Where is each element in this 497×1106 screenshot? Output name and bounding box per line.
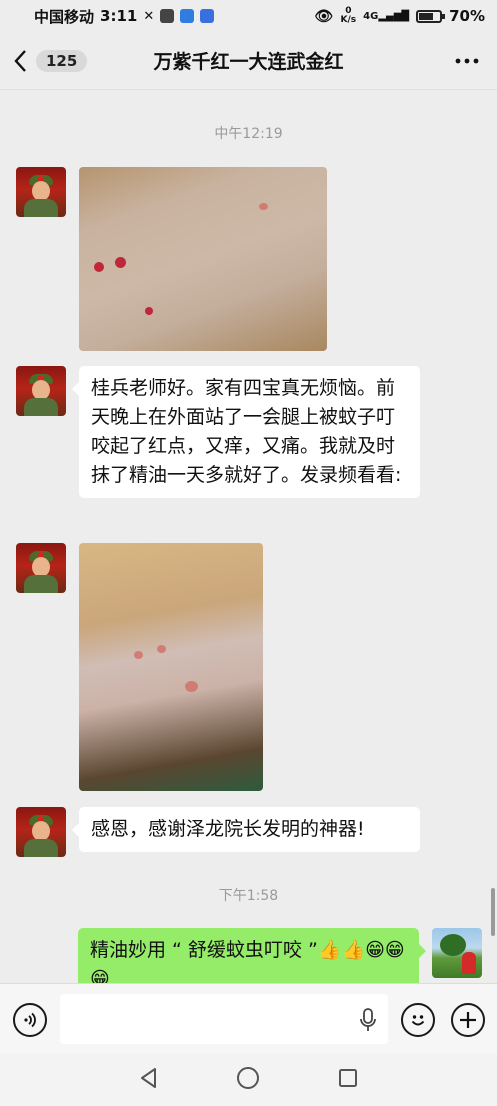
- chat-scrollbar[interactable]: [491, 888, 495, 936]
- triangle-back-icon: [141, 1067, 157, 1088]
- message-input[interactable]: [60, 994, 388, 1044]
- add-button[interactable]: [451, 1003, 485, 1037]
- timestamp: 中午12:19: [214, 126, 283, 142]
- eye-icon: 👁: [314, 7, 334, 25]
- chevron-left-icon: [14, 49, 26, 72]
- sender-avatar[interactable]: [16, 366, 66, 416]
- emoji-button[interactable]: [401, 1003, 435, 1037]
- input-bar: [0, 983, 497, 1053]
- silent-icon: ✕: [143, 8, 155, 24]
- more-button[interactable]: [437, 32, 497, 90]
- signal-icon: 4G▂▄▆█: [363, 10, 410, 22]
- voice-icon: [24, 1012, 36, 1028]
- net-speed: 0 K/s: [340, 6, 357, 25]
- chat-area[interactable]: 中午12:19 桂兵老师好。家有四宝真无烦恼。前天晚上在外面站了一会腿上被蚊子叮…: [0, 91, 497, 983]
- music-icon: [200, 9, 215, 23]
- cloud-icon: [180, 9, 195, 23]
- clock: 3:11: [100, 7, 138, 25]
- sender-avatar[interactable]: [16, 167, 66, 217]
- emoji-icon: [411, 1015, 425, 1026]
- text-message[interactable]: 感恩，感谢泽龙院长发明的神器!: [72, 807, 420, 852]
- text-message[interactable]: 桂兵老师好。家有四宝真无烦恼。前天晚上在外面站了一会腿上被蚊子叮咬起了红点，又痒…: [72, 366, 420, 498]
- plus-icon: [460, 1012, 476, 1028]
- battery-percent: 70%: [449, 7, 485, 25]
- square-recent-icon: [338, 1068, 357, 1087]
- unread-badge[interactable]: 125: [36, 49, 88, 72]
- battery-icon: [416, 9, 446, 23]
- carrier-label: 中国移动: [34, 7, 95, 26]
- sender-avatar[interactable]: [16, 543, 66, 593]
- circle-home-icon: [237, 1066, 260, 1089]
- back-button[interactable]: [0, 32, 40, 90]
- own-avatar[interactable]: [432, 928, 482, 978]
- image-message[interactable]: [79, 167, 327, 351]
- nav-back-button[interactable]: [138, 1067, 160, 1093]
- voice-button[interactable]: [13, 1003, 47, 1037]
- image-message[interactable]: [79, 543, 263, 791]
- microphone-button[interactable]: [360, 1008, 376, 1036]
- nav-home-button[interactable]: [236, 1066, 260, 1094]
- status-bar: 中国移动 3:11 ✕ 👁 0 K/s 4G▂▄▆█ 70%: [0, 0, 497, 32]
- sent-text-message[interactable]: 精油妙用 “ 舒缓蚊虫叮咬 ”👍👍😁😁😁: [78, 928, 426, 983]
- nav-recent-button[interactable]: [337, 1067, 359, 1093]
- microphone-icon: [360, 1008, 376, 1031]
- system-nav-bar: [0, 1053, 497, 1106]
- chat-header: 125 万紫千红一大连武金红: [0, 32, 497, 90]
- notification-icon: [160, 9, 175, 23]
- sender-avatar[interactable]: [16, 807, 66, 857]
- timestamp: 下午1:58: [218, 888, 279, 904]
- more-dots-icon: [455, 58, 479, 63]
